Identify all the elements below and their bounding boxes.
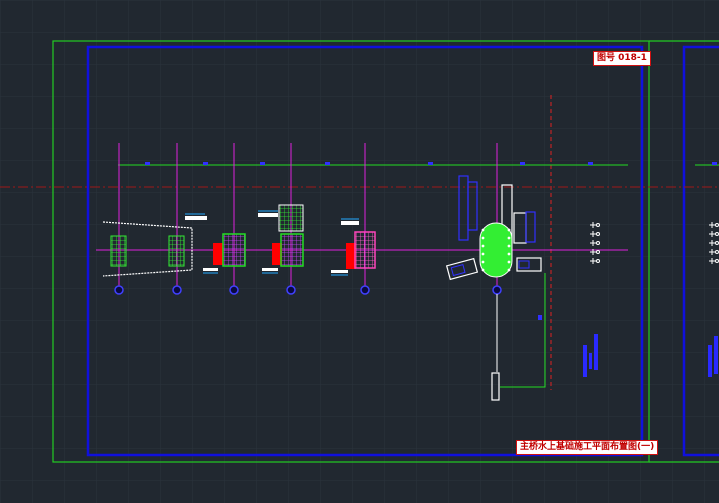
- cad-drawing-canvas[interactable]: [0, 0, 719, 503]
- pier-axis-marker[interactable]: [360, 285, 370, 295]
- pier-axis-marker[interactable]: [172, 285, 182, 295]
- platform-icon[interactable]: [168, 235, 185, 267]
- pier-axis-marker[interactable]: [229, 285, 239, 295]
- platform-icon[interactable]: [278, 204, 304, 232]
- pier-axis-marker[interactable]: [114, 285, 124, 295]
- cofferdam-icon[interactable]: [354, 231, 376, 269]
- crane-barge-icon[interactable]: [213, 243, 223, 265]
- pier-axis-marker[interactable]: [492, 285, 502, 295]
- cofferdam-icon[interactable]: [280, 233, 304, 267]
- platform-icon[interactable]: [110, 235, 127, 267]
- drawing-number-label: 图号 018-1: [593, 51, 651, 66]
- cofferdam-icon[interactable]: [222, 233, 246, 267]
- drawing-title-label: 主桥水上基础施工平面布置图(一): [516, 440, 659, 455]
- pier-axis-marker[interactable]: [286, 285, 296, 295]
- cofferdam-icon[interactable]: [479, 222, 513, 278]
